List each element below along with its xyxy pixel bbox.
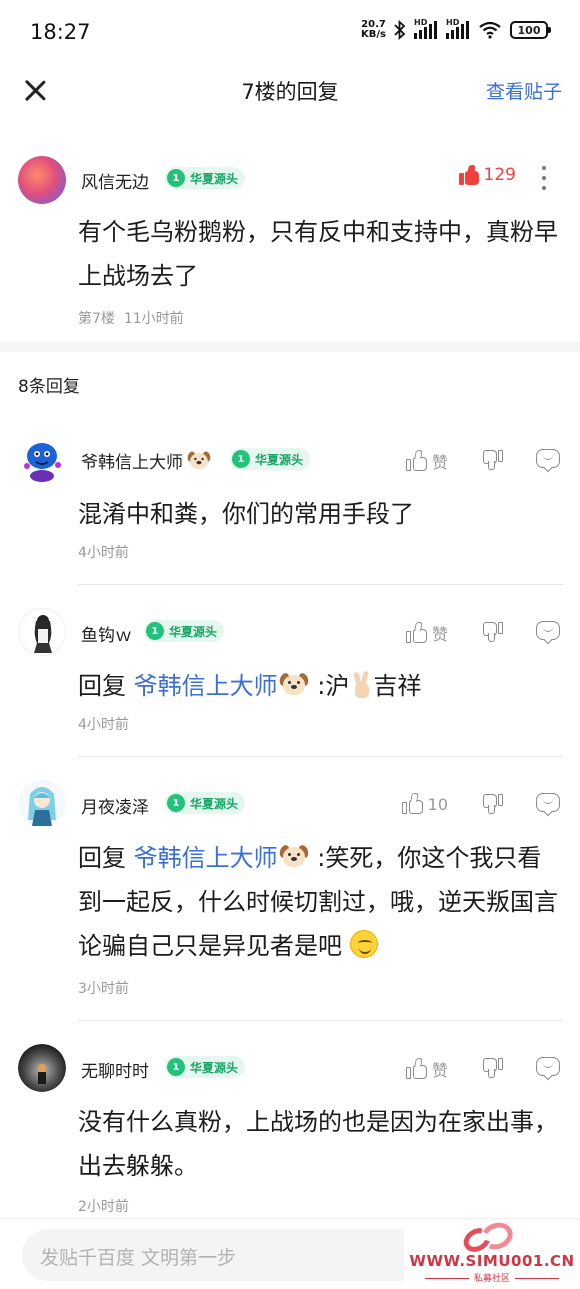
avatar[interactable] [18,780,66,828]
reply-actions: 10 [400,790,560,820]
like-button[interactable]: 赞 [405,1057,448,1081]
divider [78,584,563,585]
thumbs-down-icon[interactable] [482,621,504,643]
signal-icon: HD [414,18,438,39]
level-badge: 1 华夏源头 [165,792,246,814]
divider [78,756,563,757]
reply-item: 月夜凌泽 1 华夏源头 10 回复 爷韩信上大师 :笑死，你这个我只看到一起反，… [0,780,580,1021]
like-count: 129 [483,165,516,185]
dog-emoji-icon [277,843,310,869]
status-time: 18:27 [30,20,91,44]
reply-text: 回复 爷韩信上大师 :笑死，你这个我只看到一起反，什么时候切割过，哦，逆天叛国言… [78,843,558,960]
dog-emoji-icon [186,450,212,470]
username[interactable]: 爷韩信上大师 [81,448,215,473]
mention-link[interactable]: 爷韩信上大师 [134,844,278,872]
thumbs-down-icon[interactable] [482,449,504,471]
main-post: 风信无边 1 华夏源头 129 有个毛乌粉鹅粉，只有反中和支持中，真粉早上战场去… [0,150,580,340]
level-badge: 1 华夏源头 [165,1056,246,1078]
post-meta: 第7楼 11小时前 [78,308,184,328]
divider [78,1020,563,1021]
avatar[interactable] [18,1044,66,1092]
comment-placeholder: 发贴千百度 文明第一步 [40,1247,237,1269]
comment-icon[interactable] [536,449,560,473]
comment-icon[interactable] [536,1057,560,1081]
thumbs-up-icon [405,1058,428,1080]
avatar[interactable] [18,436,66,484]
thumbs-up-icon [458,165,479,185]
comment-icon[interactable] [536,621,560,645]
post-text: 有个毛乌粉鹅粉，只有反中和支持中，真粉早上战场去了 [78,218,558,290]
reply-item: 鱼钩ｗ 1 华夏源头 赞 回复 爷韩信上大师 :沪 吉祥 4小时前 [0,608,580,758]
thumbs-up-icon [405,450,428,472]
username[interactable]: 鱼钩ｗ [81,621,132,646]
thumbs-up-icon [405,622,428,644]
reply-text: 没有什么真粉，上战场的也是因为在家出事，出去躲躲。 [78,1108,558,1180]
net-speed: 20.7 KB/s [361,19,386,40]
thumbs-down-icon[interactable] [482,1057,504,1079]
more-icon[interactable] [542,166,548,190]
wifi-icon [479,21,501,39]
username[interactable]: 无聊时时 [81,1057,149,1082]
like-button[interactable]: 赞 [405,621,448,645]
reply-actions: 赞 [400,618,560,648]
watermark-text: WWW.SIMU001.CN [409,1252,575,1270]
reply-time: 2小时前 [78,1199,129,1215]
signal-icon-2: HD [446,18,470,39]
victory-hand-emoji-icon [349,670,373,700]
view-post-link[interactable]: 查看贴子 [486,77,562,104]
reply-text: 回复 爷韩信上大师 :沪 吉祥 [78,670,422,700]
watermark: WWW.SIMU001.CN 私募社区 [404,1218,580,1289]
thumbs-down-icon[interactable] [482,793,504,815]
username[interactable]: 月夜凌泽 [81,793,149,818]
nav-bar: 7楼的回复 查看贴子 [0,66,580,116]
reply-count: 8条回复 [18,377,80,397]
bottom-bar: 发贴千百度 文明第一步 WWW.SIMU001.CN 私募社区 [0,1218,580,1289]
reply-item: 爷韩信上大师 1 华夏源头 赞 混淆中和粪，你们的常用手段了 4小时前 [0,436,580,585]
reply-text: 混淆中和粪，你们的常用手段了 [78,500,414,528]
reply-item: 无聊时时 1 华夏源头 赞 没有什么真粉，上战场的也是因为在家出事，出去躲躲。 … [0,1044,580,1215]
avatar[interactable] [18,608,66,656]
watermark-subtext: 私募社区 [404,1271,580,1284]
section-divider [0,342,580,352]
status-icons: 20.7 KB/s HD HD 100 [361,18,551,40]
comment-icon[interactable] [536,793,560,817]
reply-time: 4小时前 [78,545,129,561]
level-badge: 1 华夏源头 [165,167,246,189]
dog-emoji-icon [277,671,310,697]
bluetooth-icon [394,20,406,40]
reply-time: 4小时前 [78,717,129,733]
avatar[interactable] [18,156,66,204]
like-button[interactable]: 129 [458,165,516,185]
reply-actions: 赞 [400,1054,560,1084]
thumbs-up-icon [401,793,424,815]
mention-link[interactable]: 爷韩信上大师 [134,672,278,700]
like-button[interactable]: 10 [401,793,448,815]
watermark-logo-icon [459,1218,521,1257]
smile-emoji-icon [349,930,378,958]
reply-time: 3小时前 [78,981,129,997]
level-badge: 1 华夏源头 [230,448,311,470]
status-bar: 18:27 20.7 KB/s HD HD 100 [0,0,580,66]
level-badge: 1 华夏源头 [144,620,225,642]
like-button[interactable]: 赞 [405,449,448,473]
floor-label: 第7楼 [78,311,115,327]
post-time: 11小时前 [123,311,184,327]
username[interactable]: 风信无边 [81,168,149,193]
close-icon[interactable] [20,75,50,105]
reply-actions: 赞 [400,446,560,476]
comment-input[interactable]: 发贴千百度 文明第一步 [22,1229,452,1281]
battery-icon: 100 [510,21,551,39]
